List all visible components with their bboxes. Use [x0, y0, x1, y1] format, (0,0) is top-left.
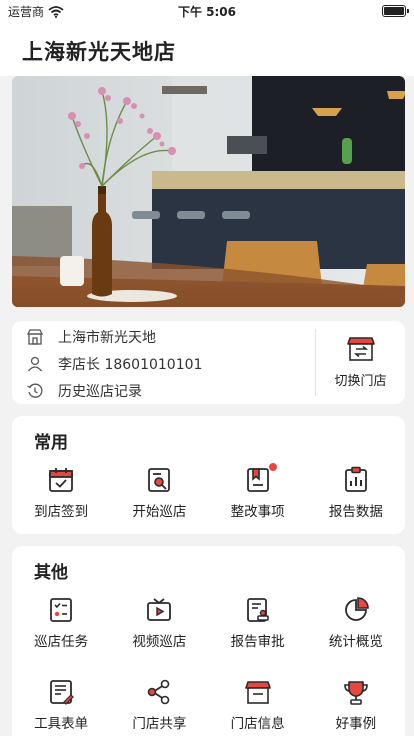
patrol-task-label: 巡店任务: [34, 634, 89, 650]
form-edit-icon: [50, 680, 74, 705]
good-cases-button[interactable]: 好事例: [307, 678, 405, 732]
common-section-title: 常用: [34, 433, 68, 453]
history-row[interactable]: 历史巡店记录: [26, 381, 142, 401]
store-address: 上海市新光天地: [58, 330, 156, 346]
other-grid-row-1: 巡店任务 视频巡店 报告审批 统计概览: [12, 596, 405, 650]
store-info-label: 门店信息: [230, 716, 285, 732]
start-patrol-button[interactable]: 开始巡店: [110, 466, 208, 520]
store-share-button[interactable]: 门店共享: [110, 678, 208, 732]
rectification-button[interactable]: 整改事项: [209, 463, 307, 520]
patrol-task-button[interactable]: 巡店任务: [12, 596, 110, 650]
report-approval-label: 报告审批: [230, 634, 285, 650]
tool-form-button[interactable]: 工具表单: [12, 678, 110, 732]
video-patrol-label: 视频巡店: [132, 634, 187, 650]
store-info-icon: [244, 681, 271, 704]
battery-level: [384, 7, 404, 15]
statistics-button[interactable]: 统计概览: [307, 596, 405, 650]
other-section-title: 其他: [34, 563, 68, 583]
pie-chart-icon: [344, 597, 369, 621]
history-icon: [27, 383, 43, 398]
tool-form-label: 工具表单: [34, 716, 89, 732]
history-link[interactable]: 历史巡店记录: [58, 381, 142, 401]
status-bar: 运营商 下午 5:06: [0, 0, 414, 22]
store-info-button[interactable]: 门店信息: [209, 678, 307, 732]
statistics-label: 统计概览: [328, 634, 383, 650]
store-share-label: 门店共享: [132, 716, 187, 732]
checklist-icon: [50, 598, 73, 622]
battery-icon: [382, 5, 409, 17]
header: 上海新光天地店: [0, 22, 414, 76]
bookmark-list-icon: [246, 468, 269, 492]
other-grid-row-2: 工具表单 门店共享 门店信息 好事例: [12, 678, 405, 732]
calendar-check-icon: [49, 468, 74, 492]
switch-store-label: 切换门店: [334, 374, 387, 389]
checkin-button[interactable]: 到店签到: [12, 466, 110, 520]
store-info-card: 上海市新光天地 李店长 18601010101 历史巡店记录 切换门店: [12, 321, 405, 404]
notification-badge: [268, 463, 277, 471]
user-icon: [27, 356, 43, 372]
report-data-button[interactable]: 报告数据: [307, 466, 405, 520]
status-time: 下午 5:06: [177, 5, 237, 19]
trophy-icon: [344, 681, 368, 705]
share-icon: [148, 679, 170, 705]
report-approval-button[interactable]: 报告审批: [209, 596, 307, 650]
store-manager: 李店长 18601010101: [58, 357, 203, 373]
switch-store-icon: [346, 337, 375, 361]
store-icon: [26, 329, 44, 345]
common-section: 常用 到店签到 开始巡店 整改事项 报告数据: [12, 416, 405, 534]
store-hero-image: [12, 76, 405, 307]
video-patrol-button[interactable]: 视频巡店: [110, 596, 208, 650]
common-grid: 到店签到 开始巡店 整改事项 报告数据: [12, 463, 405, 520]
good-cases-label: 好事例: [335, 716, 377, 732]
document-stamp-icon: [246, 598, 269, 622]
checkin-label: 到店签到: [34, 504, 89, 520]
manager-row: 李店长 18601010101: [26, 354, 202, 374]
page-title: 上海新光天地店: [22, 40, 176, 64]
switch-store-button[interactable]: 切换门店: [315, 329, 405, 396]
other-section: 其他 巡店任务 视频巡店 报告审批 统计概览 工具表单 门店共享 门店信息 好事…: [12, 546, 405, 736]
rectification-label: 整改事项: [230, 504, 285, 520]
search-document-icon: [148, 468, 171, 492]
bar-chart-report-icon: [344, 466, 367, 492]
report-data-label: 报告数据: [328, 504, 383, 520]
tv-play-icon: [147, 598, 172, 621]
address-row: 上海市新光天地: [26, 327, 156, 347]
start-patrol-label: 开始巡店: [132, 504, 187, 520]
